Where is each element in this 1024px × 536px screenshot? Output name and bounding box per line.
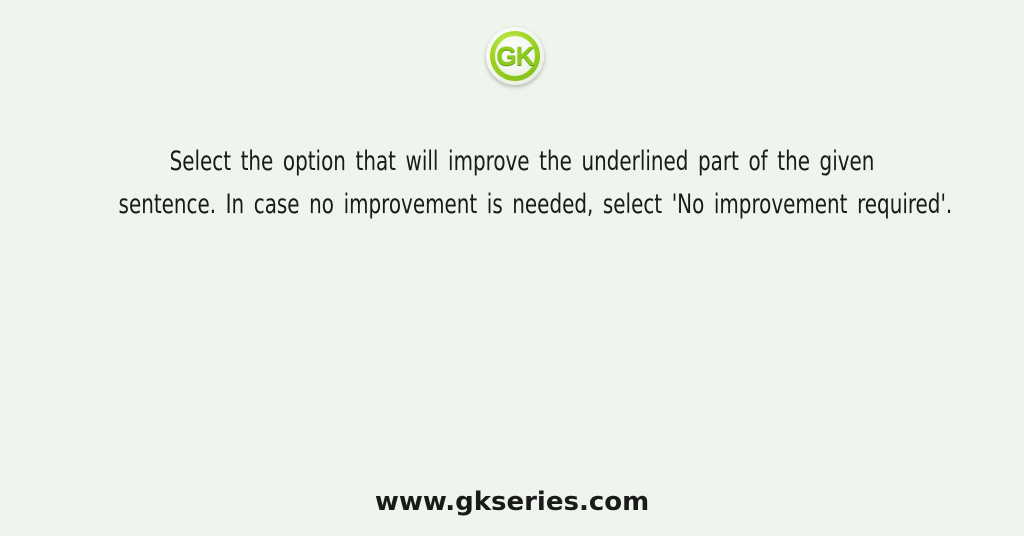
gk-logo-icon: GK <box>486 27 544 85</box>
question-line-1: Select the option that will improve the … <box>169 146 875 177</box>
logo-text: GK <box>496 41 535 71</box>
question-line-2: sentence. In case no improvement is need… <box>118 189 953 220</box>
question-text: Select the option that will improve the … <box>118 140 953 226</box>
website-url: www.gkseries.com <box>374 487 650 517</box>
logo-ring: GK <box>490 31 540 81</box>
